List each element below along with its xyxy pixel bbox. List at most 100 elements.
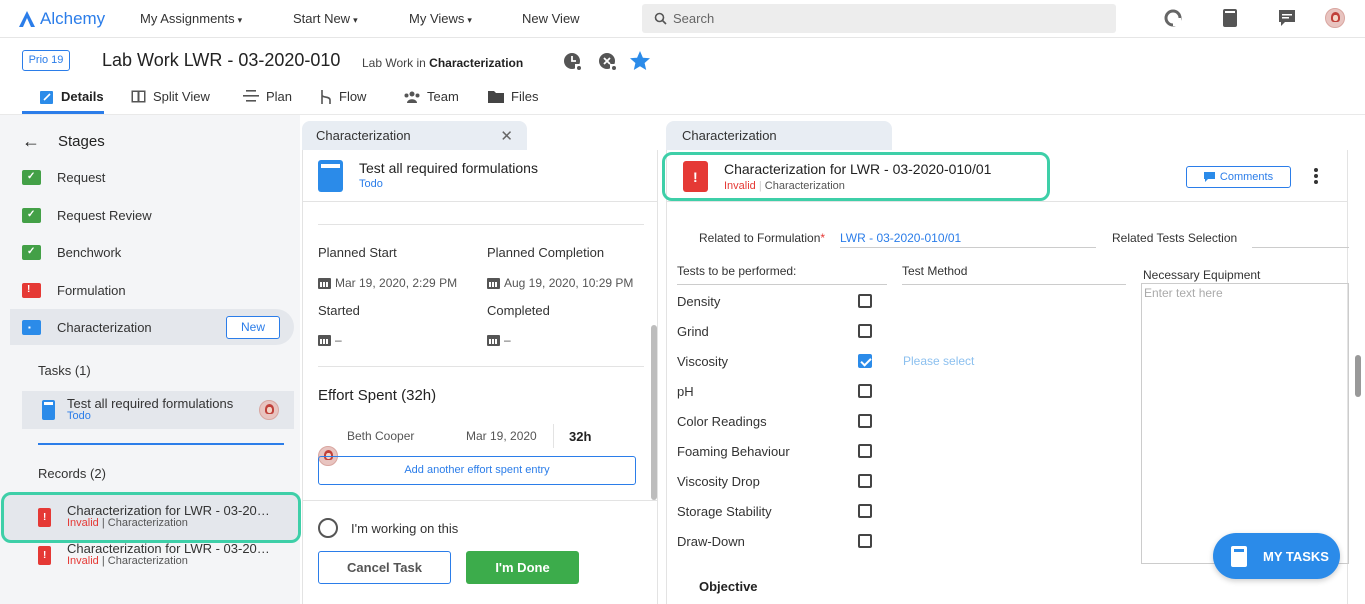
nav-new-view[interactable]: New View	[522, 11, 580, 26]
related-tests-label: Related Tests Selection	[1112, 231, 1238, 245]
my-tasks-button[interactable]: MY TASKS	[1213, 533, 1340, 579]
nav-my-assignments[interactable]: My Assignments ▾	[140, 11, 242, 26]
sidebar-record-2[interactable]: ! Characterization for LWR - 03-2020-010…	[38, 536, 290, 574]
nav-my-views[interactable]: My Views ▾	[409, 11, 472, 26]
grind-checkbox[interactable]	[858, 324, 872, 338]
comment-icon	[1203, 172, 1215, 182]
records-section-label: Records (2)	[38, 466, 106, 481]
planned-start-value: Mar 19, 2020, 2:29 PM	[318, 276, 457, 290]
comments-button[interactable]: Comments	[1186, 166, 1291, 188]
record-invalid-icon: !	[683, 161, 708, 192]
tasks-icon[interactable]	[1220, 8, 1240, 28]
density-checkbox[interactable]	[858, 294, 872, 308]
test-row-grind[interactable]: Grind	[677, 316, 872, 346]
tasks-icon	[1231, 545, 1247, 567]
back-arrow-icon[interactable]: ←	[22, 131, 40, 152]
page-title: Lab Work LWR - 03-2020-010	[102, 50, 341, 70]
stage-benchwork[interactable]: ✓ Benchwork	[22, 234, 294, 270]
viscosity-drop-checkbox[interactable]	[858, 474, 872, 488]
messages-icon[interactable]	[1277, 8, 1297, 28]
chevron-down-icon: ▾	[467, 15, 472, 25]
tab-split-view[interactable]: Split View	[131, 89, 210, 104]
viscosity-checkbox[interactable]	[858, 354, 872, 368]
draw-down-checkbox[interactable]	[858, 534, 872, 548]
add-effort-button[interactable]: Add another effort spent entry	[318, 456, 636, 485]
test-row-color-readings[interactable]: Color Readings	[677, 406, 872, 436]
record-status-line: Invalid | Characterization	[724, 180, 845, 192]
tab-plan[interactable]: Plan	[243, 89, 292, 104]
effort-date: Mar 19, 2020	[466, 429, 537, 443]
started-label: Started	[318, 303, 360, 318]
test-row-ph[interactable]: pH	[677, 376, 872, 406]
divider	[318, 366, 644, 367]
priority-badge: Prio 19	[22, 50, 70, 71]
middle-panel-tab[interactable]: Characterization ✕	[302, 121, 527, 150]
folder-person-icon: ▪	[22, 319, 41, 335]
close-icon[interactable]: ✕	[500, 127, 513, 145]
completed-value: –	[487, 333, 511, 347]
middle-scrollbar[interactable]	[651, 325, 657, 500]
equipment-textarea[interactable]: Enter text here	[1141, 283, 1349, 564]
tab-team[interactable]: Team	[404, 89, 459, 104]
effort-spent-heading: Effort Spent (32h)	[318, 387, 437, 404]
test-row-draw-down[interactable]: Draw-Down	[677, 526, 872, 556]
working-on-this-label: I'm working on this	[351, 521, 459, 536]
completed-label: Completed	[487, 303, 550, 318]
recent-history-icon[interactable]	[1163, 8, 1183, 28]
tasks-section-label: Tasks (1)	[38, 363, 91, 378]
color-readings-checkbox[interactable]	[858, 414, 872, 428]
tab-details[interactable]: Details	[40, 89, 104, 104]
related-tests-field[interactable]	[1252, 228, 1349, 248]
task-document-icon	[318, 159, 343, 192]
user-avatar[interactable]	[1325, 8, 1345, 28]
sidebar-task-item[interactable]: Test all required formulations Todo	[22, 391, 294, 429]
folder-check-icon: ✓	[22, 207, 41, 223]
cancel-timer-icon[interactable]	[596, 50, 618, 72]
team-icon	[404, 91, 420, 103]
nav-start-new[interactable]: Start New ▾	[293, 11, 358, 26]
tab-files[interactable]: Files	[488, 89, 538, 104]
test-method-select[interactable]: Please select	[903, 354, 974, 368]
planned-start-label: Planned Start	[318, 245, 397, 260]
search-input[interactable]: Search	[642, 4, 1116, 33]
test-row-foaming-behaviour[interactable]: Foaming Behaviour	[677, 436, 872, 466]
record-invalid-icon: !	[38, 545, 51, 565]
working-on-this-radio[interactable]	[318, 518, 338, 538]
details-icon	[40, 90, 53, 104]
right-scrollbar[interactable]	[1355, 355, 1361, 397]
objective-label: Objective	[699, 579, 758, 594]
stage-formulation[interactable]: ! Formulation	[22, 272, 294, 308]
favorite-star-icon[interactable]	[629, 50, 651, 72]
new-badge[interactable]: New	[226, 315, 280, 339]
ph-checkbox[interactable]	[858, 384, 872, 398]
foaming-behaviour-checkbox[interactable]	[858, 444, 872, 458]
storage-stability-checkbox[interactable]	[858, 504, 872, 518]
split-view-icon	[131, 90, 146, 103]
tab-flow[interactable]: Flow	[320, 89, 366, 104]
stage-request[interactable]: ✓ Request	[22, 159, 294, 195]
task-progress-bar	[38, 443, 284, 445]
task-header: Test all required formulations Todo	[302, 150, 658, 202]
folder-check-icon: ✓	[22, 244, 41, 260]
planned-completion-label: Planned Completion	[487, 245, 605, 260]
history-icon[interactable]	[561, 50, 583, 72]
started-value: –	[318, 333, 342, 347]
chevron-down-icon: ▾	[353, 15, 358, 25]
app-logo[interactable]: Alchemy	[18, 8, 105, 30]
related-formulation-field[interactable]: LWR - 03-2020-010/01	[840, 228, 1096, 248]
more-options-icon[interactable]	[1310, 166, 1322, 186]
test-row-viscosity[interactable]: Viscosity	[677, 346, 872, 376]
im-done-button[interactable]: I'm Done	[466, 551, 579, 584]
tests-label: Tests to be performed:	[677, 264, 887, 285]
stage-request-review[interactable]: ✓ Request Review	[22, 197, 294, 233]
app-name: Alchemy	[40, 9, 106, 28]
effort-person-name: Beth Cooper	[347, 429, 415, 443]
test-row-density[interactable]: Density	[677, 286, 872, 316]
cancel-task-button[interactable]: Cancel Task	[318, 551, 451, 584]
stage-characterization[interactable]: ▪ Characterization New	[10, 309, 294, 345]
right-panel-tab[interactable]: Characterization	[666, 121, 892, 150]
chevron-down-icon: ▾	[237, 15, 243, 25]
test-row-viscosity-drop[interactable]: Viscosity Drop	[677, 466, 872, 496]
sidebar-record-1[interactable]: ! Characterization for LWR - 03-2020-010…	[38, 498, 290, 536]
test-row-storage-stability[interactable]: Storage Stability	[677, 496, 872, 526]
